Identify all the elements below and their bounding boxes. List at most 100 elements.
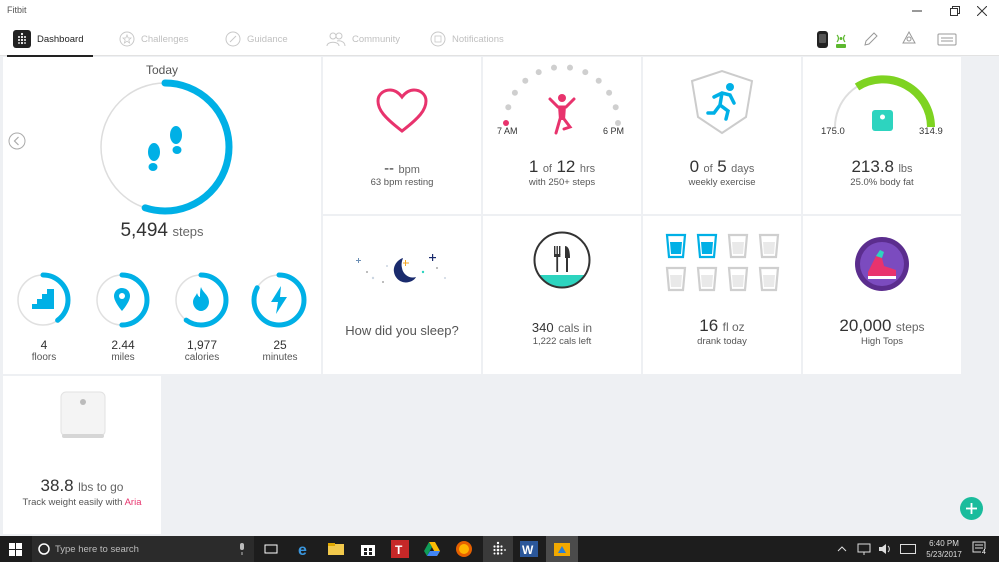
water-glass-icon[interactable]	[665, 266, 687, 292]
svg-text:e: e	[298, 542, 307, 558]
sneaker-badge-icon	[855, 237, 909, 291]
microphone-icon[interactable]	[238, 543, 246, 555]
svg-text:W: W	[522, 543, 534, 557]
show-hidden-icons-icon[interactable]	[837, 544, 847, 554]
water-glass-icon[interactable]	[727, 233, 749, 259]
floors-value: 4	[40, 338, 48, 352]
badge-name: High Tops	[860, 336, 904, 347]
dancing-person-icon	[548, 94, 576, 135]
firefox-icon[interactable]	[455, 540, 473, 558]
aria-link[interactable]: Aria	[125, 497, 142, 508]
touch-keyboard-icon[interactable]	[900, 544, 916, 554]
fork-knife-icon	[554, 246, 570, 272]
taskbar-date[interactable]: 5/23/2017	[922, 550, 966, 559]
stairs-icon	[32, 289, 54, 309]
water-glass-icon[interactable]	[727, 266, 749, 292]
hourly-of: of	[542, 163, 552, 175]
plus-icon	[966, 503, 977, 514]
pencil-icon[interactable]	[862, 30, 880, 48]
exercise-tile[interactable]: 0 of 5 days weekly exercise	[643, 57, 801, 214]
badge-tile[interactable]: 20,000 steps High Tops	[803, 216, 961, 374]
tab-dashboard[interactable]: Dashboard	[6, 22, 95, 57]
water-glass-icon[interactable]	[758, 233, 780, 259]
add-button[interactable]	[960, 497, 983, 520]
google-drive-icon[interactable]	[423, 540, 441, 558]
tab-challenges[interactable]: Challenges	[119, 22, 189, 56]
fitbit-taskbar-item[interactable]	[483, 536, 513, 562]
food-tile[interactable]: 340 cals in 1,222 cals left	[483, 216, 641, 374]
taskbar-search-box[interactable]: Type here to search	[32, 536, 254, 562]
steps-tile[interactable]: Today 5,494 steps 4 floors 2.44 miles 1,…	[3, 57, 321, 374]
minimize-button[interactable]	[897, 0, 937, 22]
word-icon[interactable]: W	[520, 540, 538, 558]
compass-icon	[225, 31, 241, 47]
notification-icon	[430, 31, 446, 47]
hourly-value: 1 of 12 hrs	[483, 157, 641, 177]
tab-community[interactable]: Community	[326, 22, 400, 56]
today-label: Today	[145, 63, 179, 77]
calories-progress-ring	[173, 272, 229, 328]
back-arrow-icon[interactable]	[8, 132, 26, 150]
file-explorer-icon[interactable]	[327, 540, 345, 558]
badge-unit: steps	[895, 320, 925, 334]
sleep-tile[interactable]: How did you sleep?	[323, 216, 481, 374]
hourly-start-label: 7 AM	[497, 126, 518, 136]
paint-app-icon	[554, 543, 570, 556]
exercise-number: 0	[689, 157, 700, 176]
stat-calories[interactable]: 1,977 calories	[172, 271, 232, 363]
active-app-taskbar-item[interactable]	[546, 536, 578, 562]
steps-progress-ring	[97, 79, 233, 215]
weight-tile[interactable]: 175.0 314.9 213.8 lbs 25.0% body fat	[803, 57, 961, 214]
water-glass-icon[interactable]	[758, 266, 780, 292]
volume-icon[interactable]	[878, 543, 892, 555]
tracker-device-icon[interactable]	[815, 30, 855, 50]
window-title: Fitbit	[7, 5, 27, 15]
floors-progress-ring	[15, 272, 71, 328]
food-plate-icon	[533, 231, 591, 289]
fitbit-logo-icon	[13, 30, 31, 48]
moon-stars-icon	[356, 254, 446, 283]
water-glass-icon[interactable]	[665, 233, 687, 259]
heart-rate-tile[interactable]: -- bpm 63 bpm resting	[323, 57, 481, 214]
badge-number: 20,000	[839, 316, 892, 335]
store-icon[interactable]	[359, 540, 377, 558]
taskbar-time[interactable]: 6:40 PM	[922, 539, 966, 548]
stat-miles[interactable]: 2.44 miles	[93, 271, 153, 363]
miles-label: miles	[111, 352, 135, 363]
tab-notifications[interactable]: Notifications	[430, 22, 504, 56]
miles-value: 2.44	[111, 338, 135, 352]
shield-badge-icon	[690, 69, 754, 135]
water-tile[interactable]: 16 fl oz drank today	[643, 216, 801, 374]
stat-floors[interactable]: 4 floors	[14, 271, 74, 363]
edge-browser-icon[interactable]: e	[295, 540, 313, 558]
windows-start-icon[interactable]	[9, 543, 22, 556]
stat-active-minutes[interactable]: 25 minutes	[250, 271, 310, 363]
water-glass-icon[interactable]	[696, 266, 718, 292]
water-number: 16	[699, 316, 719, 335]
tab-guidance[interactable]: Guidance	[225, 22, 288, 56]
sync-icon[interactable]	[900, 30, 918, 48]
cortana-icon	[38, 543, 50, 555]
exercise-unit: days	[731, 163, 755, 175]
action-center-button[interactable]: 4	[972, 541, 990, 562]
keyboard-icon[interactable]	[937, 30, 957, 48]
flame-icon	[193, 287, 209, 311]
exercise-value: 0 of 5 days	[643, 157, 801, 177]
water-note: drank today	[697, 336, 747, 347]
miles-progress-ring	[94, 272, 150, 328]
weight-min-label: 175.0	[821, 126, 845, 137]
aria-tile[interactable]: 38.8 lbs to go Track weight easily with …	[3, 376, 161, 534]
steps-value: 5,494	[120, 220, 168, 241]
close-button[interactable]	[962, 0, 999, 22]
hour-dot	[567, 64, 573, 71]
hourly-activity-tile[interactable]: 7 AM 6 PM 1 of 12 hrs with 250+ steps	[483, 57, 641, 214]
water-glass-icon[interactable]	[696, 233, 718, 259]
network-icon[interactable]	[857, 543, 871, 555]
hour-dot	[511, 89, 518, 96]
aria-note-text: Track weight easily with	[22, 497, 125, 508]
minutes-value: 25	[273, 338, 287, 352]
red-app-icon[interactable]: T	[391, 540, 409, 558]
search-placeholder: Type here to search	[55, 543, 139, 555]
tab-label: Challenges	[141, 33, 189, 45]
task-view-icon[interactable]	[262, 540, 280, 558]
